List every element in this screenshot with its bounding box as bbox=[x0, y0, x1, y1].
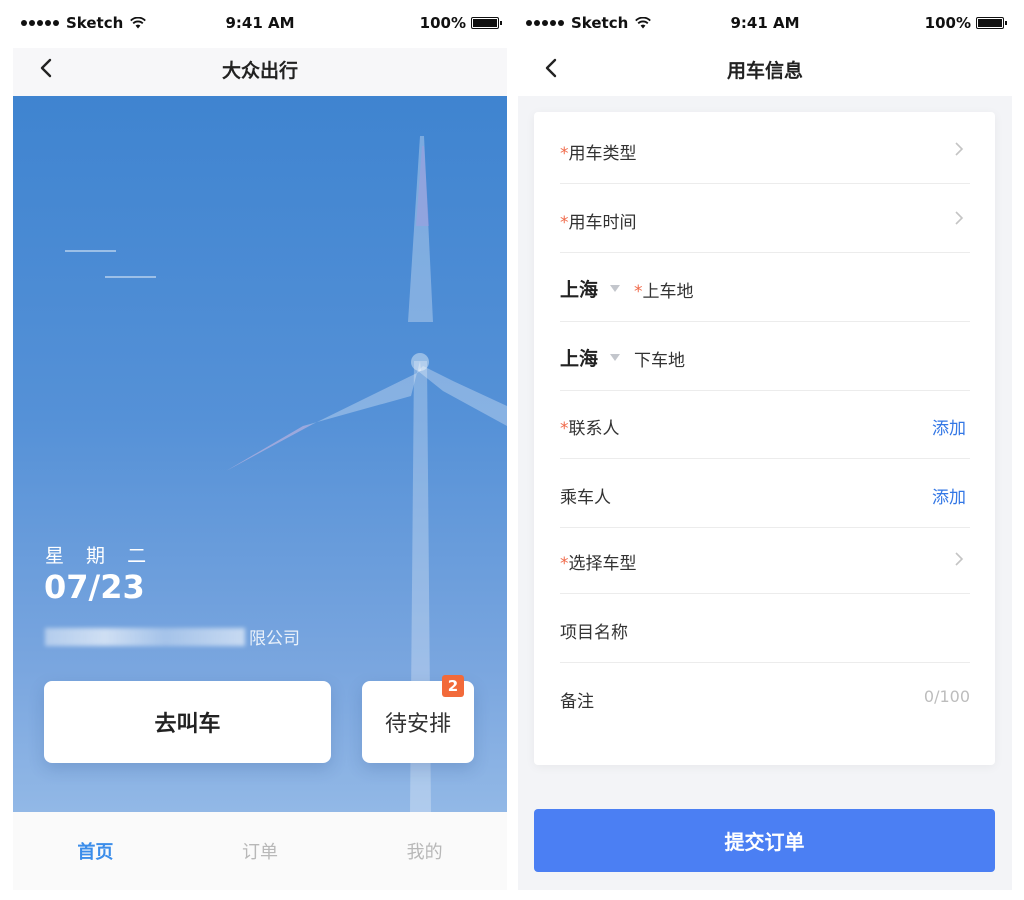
tab-orders[interactable]: 订单 bbox=[178, 812, 343, 890]
company-suffix: 限公司 bbox=[249, 629, 300, 649]
chevron-right-icon bbox=[955, 552, 964, 566]
required-mark: * bbox=[560, 554, 569, 574]
dropoff-location-label: 下车地 bbox=[634, 351, 685, 371]
page-title: 用车信息 bbox=[726, 60, 803, 82]
redacted-company-name bbox=[45, 627, 245, 646]
date-text: 07/23 bbox=[44, 568, 145, 606]
contact-label: *联系人 bbox=[560, 419, 620, 439]
car-time-field[interactable]: *用车时间 bbox=[560, 184, 970, 253]
caret-down-icon bbox=[610, 354, 621, 361]
battery-icon bbox=[976, 17, 1007, 29]
battery-percent: 100% bbox=[419, 14, 466, 32]
weekday-text: 星 期 二 bbox=[45, 545, 155, 567]
passenger-field: 乘车人 添加 bbox=[560, 459, 970, 528]
pending-count-badge: 2 bbox=[442, 675, 464, 697]
chevron-right-icon bbox=[955, 211, 964, 225]
car-type-label: *用车类型 bbox=[560, 144, 637, 164]
remark-char-counter: 0/100 bbox=[923, 687, 970, 706]
company-name: 限公司 bbox=[45, 624, 300, 649]
caret-down-icon bbox=[610, 285, 621, 292]
passenger-label: 乘车人 bbox=[560, 488, 611, 508]
vehicle-model-field[interactable]: *选择车型 bbox=[560, 525, 970, 594]
pending-label: 待安排 bbox=[384, 712, 451, 737]
vehicle-model-label: *选择车型 bbox=[560, 554, 637, 574]
project-name-label: 项目名称 bbox=[560, 623, 628, 643]
status-bar: Sketch 9:41 AM 100% bbox=[13, 0, 507, 48]
required-mark: * bbox=[560, 144, 569, 164]
add-contact-button[interactable]: 添加 bbox=[932, 414, 966, 439]
car-info-form: *用车类型 *用车时间 上海 *上车地 上海 下车地 *联系人 添加 乘车人 添… bbox=[534, 112, 995, 765]
project-name-field[interactable]: 项目名称 bbox=[560, 594, 970, 663]
remark-label: 备注 bbox=[560, 692, 594, 712]
pickup-location-label: *上车地 bbox=[634, 282, 694, 302]
dropoff-city-select[interactable]: 上海 bbox=[560, 344, 621, 371]
battery-icon bbox=[471, 17, 502, 29]
required-mark: * bbox=[560, 419, 569, 439]
required-mark: * bbox=[560, 213, 569, 233]
remark-field[interactable]: 备注 0/100 bbox=[560, 663, 970, 732]
car-info-screen: Sketch 9:41 AM 100% 用车信息 *用车类型 *用车时间 上海 … bbox=[518, 0, 1012, 890]
tab-profile[interactable]: 我的 bbox=[342, 812, 507, 890]
page-title: 大众出行 bbox=[221, 60, 298, 82]
required-mark: * bbox=[634, 282, 643, 302]
home-screen: Sketch 9:41 AM 100% 大众出行 星 期 二 07/23 限公司… bbox=[13, 0, 507, 890]
dropoff-location-field[interactable]: 上海 下车地 bbox=[560, 322, 970, 391]
battery-group: 100% bbox=[924, 14, 1007, 32]
pickup-city-select[interactable]: 上海 bbox=[560, 275, 621, 302]
chevron-right-icon bbox=[955, 142, 964, 156]
contact-field: *联系人 添加 bbox=[560, 390, 970, 459]
nav-bar: 大众出行 bbox=[13, 48, 507, 96]
hero-banner: 星 期 二 07/23 限公司 去叫车 待安排 2 bbox=[13, 96, 507, 812]
car-type-field[interactable]: *用车类型 bbox=[560, 115, 970, 184]
battery-percent: 100% bbox=[924, 14, 971, 32]
nav-bar: 用车信息 bbox=[518, 48, 1012, 96]
call-car-label: 去叫车 bbox=[154, 712, 221, 737]
tab-home[interactable]: 首页 bbox=[13, 812, 178, 890]
status-bar: Sketch 9:41 AM 100% bbox=[518, 0, 1012, 48]
pickup-location-field[interactable]: 上海 *上车地 bbox=[560, 253, 970, 322]
battery-group: 100% bbox=[419, 14, 502, 32]
car-time-label: *用车时间 bbox=[560, 213, 637, 233]
call-car-button[interactable]: 去叫车 bbox=[44, 681, 331, 763]
submit-order-button[interactable]: 提交订单 bbox=[534, 809, 995, 872]
pending-orders-button[interactable]: 待安排 2 bbox=[362, 675, 474, 763]
tab-bar: 首页 订单 我的 bbox=[13, 812, 507, 890]
add-passenger-button[interactable]: 添加 bbox=[932, 483, 966, 508]
